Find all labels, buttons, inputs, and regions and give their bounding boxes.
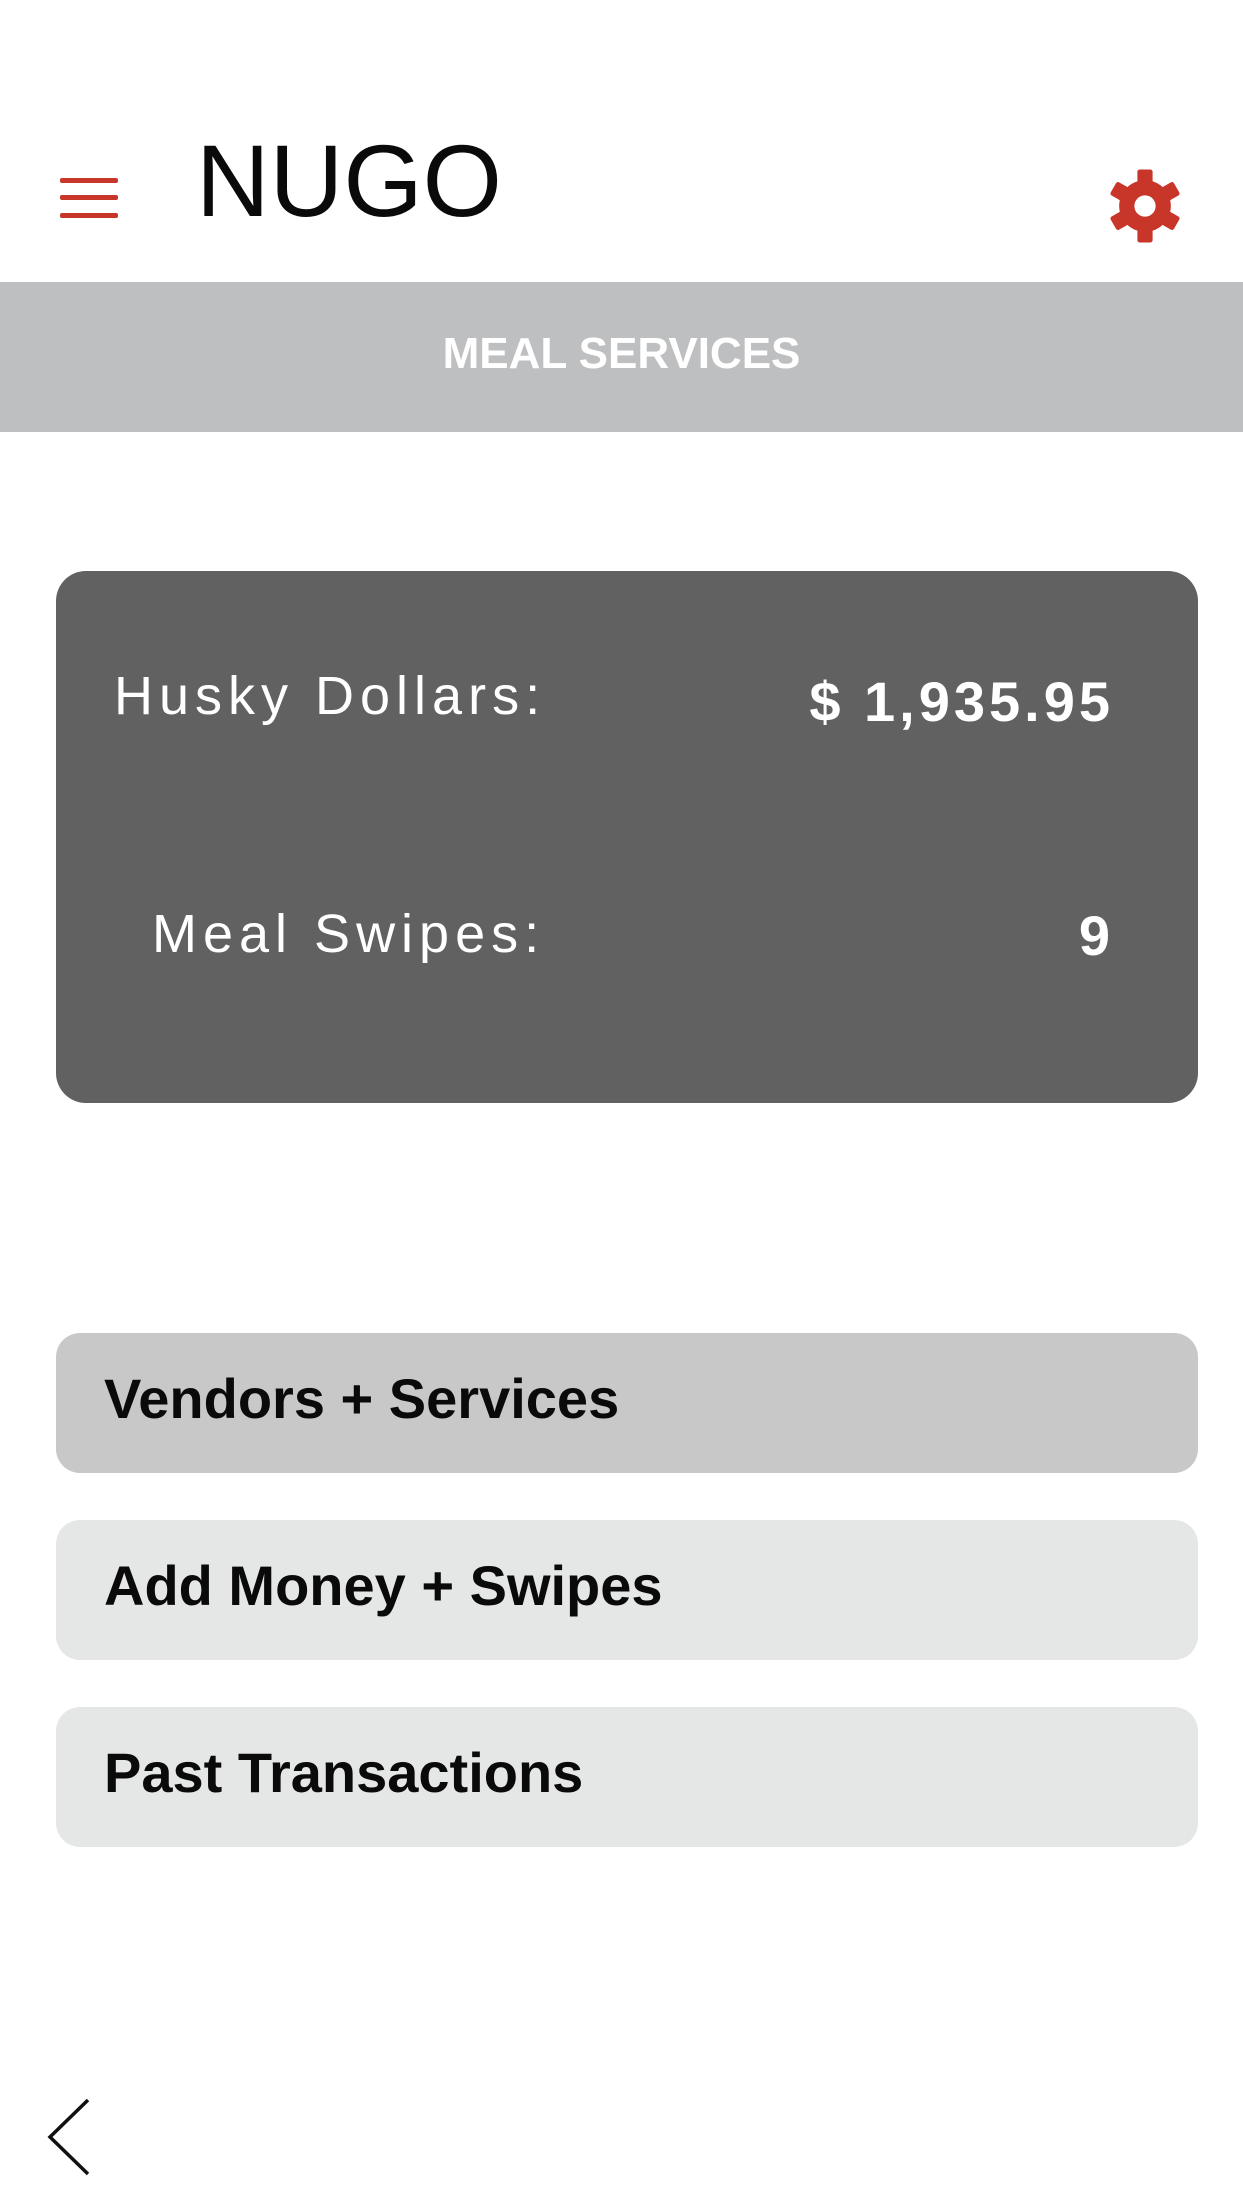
vendors-services-button[interactable]: Vendors + Services (56, 1333, 1198, 1473)
past-transactions-label: Past Transactions (104, 1741, 584, 1804)
hamburger-menu-icon[interactable] (56, 174, 124, 224)
meal-swipes-label: Meal Swipes: (152, 904, 546, 964)
vendors-services-label: Vendors + Services (104, 1367, 620, 1430)
past-transactions-button[interactable]: Past Transactions (56, 1707, 1198, 1847)
husky-dollars-value: $ 1,935.95 (809, 670, 1114, 733)
gear-icon[interactable] (1107, 168, 1183, 244)
app-title: NUGO (196, 124, 502, 238)
meal-swipes-value: 9 (1078, 904, 1114, 967)
husky-dollars-label: Husky Dollars: (114, 666, 547, 726)
section-title: MEAL SERVICES (442, 329, 801, 378)
chevron-left-icon[interactable] (44, 2096, 100, 2178)
app-header: NUGO (0, 0, 1243, 282)
add-money-swipes-button[interactable]: Add Money + Swipes (56, 1520, 1198, 1660)
section-bar: MEAL SERVICES (0, 282, 1243, 432)
balance-card: Husky Dollars: $ 1,935.95 Meal Swipes: 9 (56, 571, 1198, 1103)
add-money-swipes-label: Add Money + Swipes (104, 1554, 663, 1617)
